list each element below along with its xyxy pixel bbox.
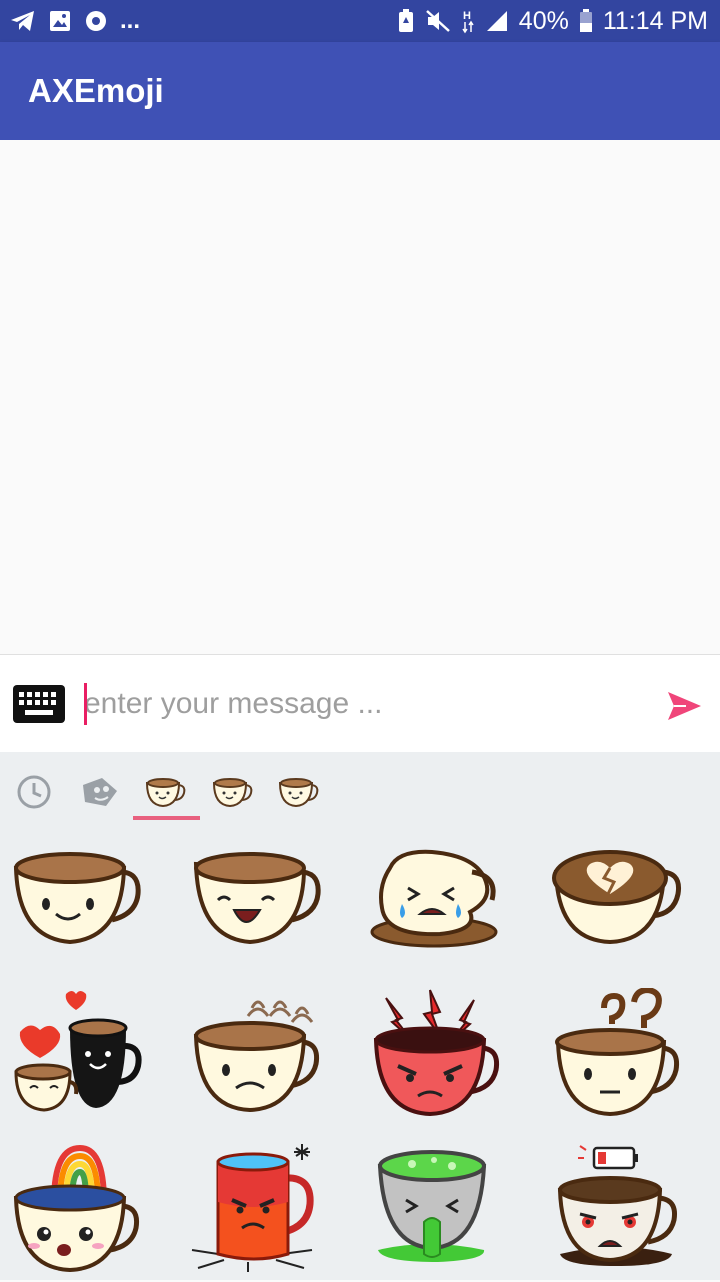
battery-icon [579,9,593,33]
sticker-sick-green-cup[interactable] [368,1142,508,1282]
telegram-icon [10,9,36,33]
clock-text: 11:14 PM [602,6,708,35]
signal-icon [485,9,509,33]
svg-text:H: H [463,10,471,22]
sticker-crying-spilled-cup[interactable] [368,842,508,982]
more-notifications-icon: ... [120,7,141,34]
clock-icon [17,775,51,809]
sticker-rainbow-cup[interactable] [8,1142,148,1282]
text-cursor [84,683,87,725]
message-input-bar [0,654,720,753]
sync-icon [84,9,108,33]
keyboard-icon [13,685,65,723]
tab-coffee-3[interactable] [266,762,332,822]
sticker-picker [0,752,720,1280]
status-bar: ... H 40% 11:14 PM [0,0,720,42]
battery-level-text: 40% [518,6,569,35]
mute-icon [425,9,451,33]
app-bar: AXEmoji [0,42,720,140]
sticker-face-icon [83,778,117,806]
keyboard-toggle-button[interactable] [13,685,65,723]
chat-area [0,140,720,654]
coffee-cup-icon [278,778,319,808]
tab-recent[interactable] [1,762,67,822]
sticker-coffee-cups-in-love[interactable] [8,988,148,1128]
sticker-low-battery-tired-cup[interactable] [548,1142,688,1282]
sticker-happy-coffee-cup[interactable] [8,842,148,982]
tab-coffee-2[interactable] [200,762,266,822]
send-button[interactable] [664,686,704,726]
sticker-laughing-coffee-cup[interactable] [188,842,328,982]
coffee-cup-icon [212,778,253,808]
tab-coffee-1[interactable] [133,762,199,822]
message-input[interactable] [84,679,644,729]
selected-tab-indicator [133,816,200,820]
sticker-tabs [0,752,720,822]
coffee-cup-icon [145,778,186,808]
sticker-confused-cup[interactable] [548,988,688,1128]
sticker-broken-heart-latte[interactable] [548,842,688,982]
gallery-icon [48,9,72,33]
sticker-angry-red-cup[interactable] [368,988,508,1128]
app-title: AXEmoji [28,72,164,109]
sticker-angry-red-mug[interactable] [188,1142,328,1282]
sticker-sad-steaming-cup[interactable] [188,988,328,1128]
hspa-icon: H [461,8,475,34]
battery-saver-icon [397,9,415,33]
tab-stickers[interactable] [67,762,133,822]
send-icon [668,692,701,720]
